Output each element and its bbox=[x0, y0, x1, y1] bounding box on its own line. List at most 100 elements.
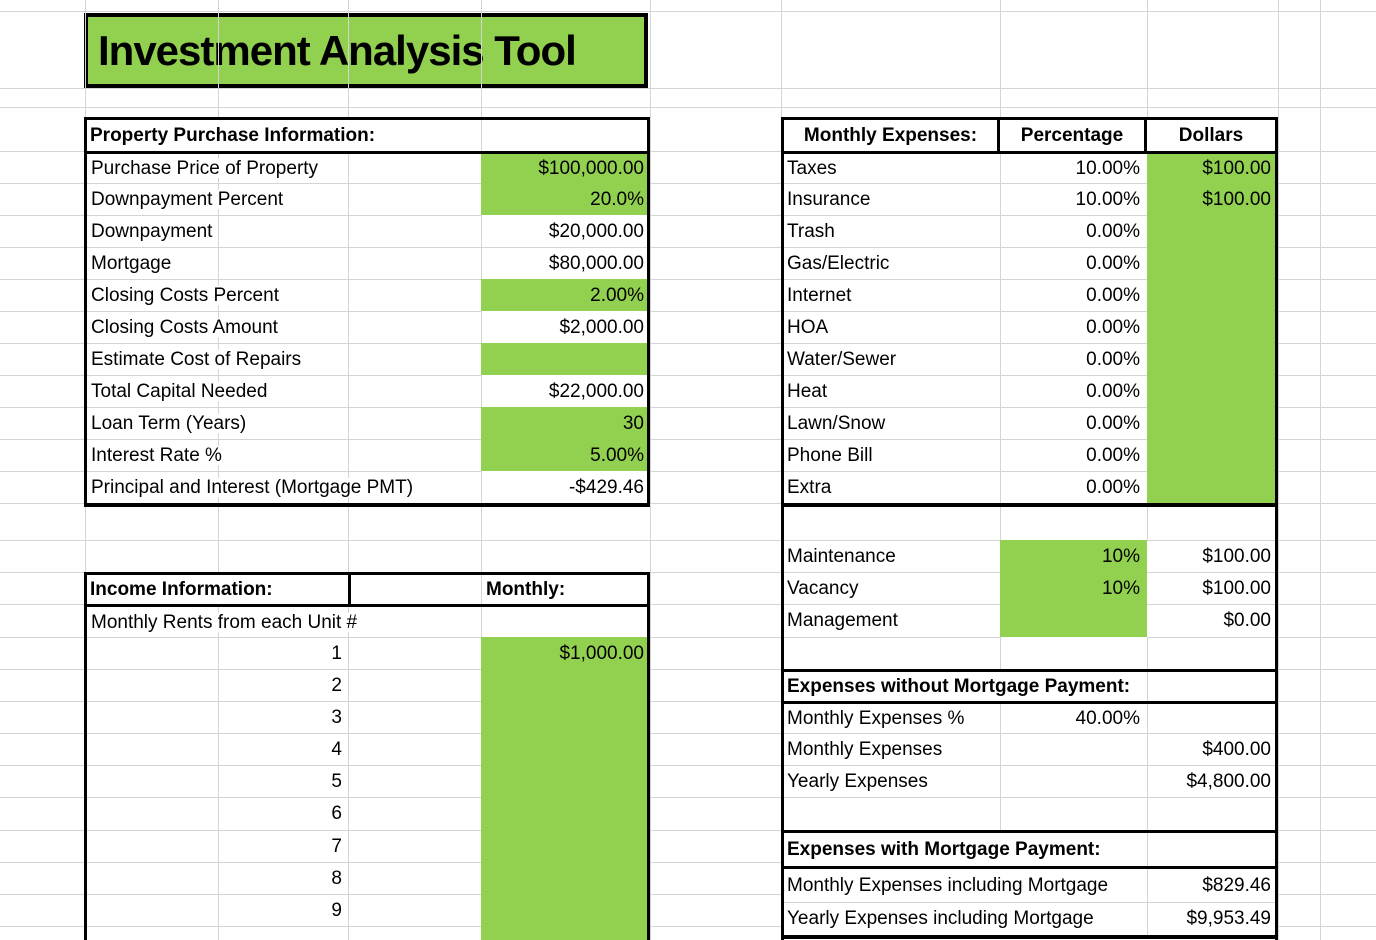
expense-label-cell[interactable]: Extra bbox=[787, 471, 997, 503]
expense-label-cell[interactable]: Phone Bill bbox=[787, 439, 997, 471]
unit-number-cell[interactable]: 7 bbox=[222, 830, 342, 862]
unit-number-cell[interactable]: 6 bbox=[222, 797, 342, 830]
property-value-cell[interactable]: $22,000.00 bbox=[485, 375, 644, 407]
unit-rent-cell[interactable] bbox=[485, 797, 644, 830]
expense-percentage-cell[interactable]: 0.00% bbox=[1004, 375, 1140, 407]
property-value-cell[interactable]: $100,000.00 bbox=[485, 154, 644, 183]
expense-label-cell[interactable]: HOA bbox=[787, 311, 997, 343]
property-label-cell[interactable]: Interest Rate % bbox=[88, 439, 490, 471]
expense-extra-percentage-cell[interactable]: 10% bbox=[1004, 572, 1140, 604]
expense-extra-percentage-cell[interactable]: 10% bbox=[1004, 540, 1140, 572]
expense-dollars-cell[interactable] bbox=[1151, 215, 1271, 247]
property-label-cell[interactable]: Principal and Interest (Mortgage PMT) bbox=[88, 471, 490, 503]
title-cell[interactable]: Investment Analysis Tool bbox=[84, 13, 648, 88]
expense-dollars-cell[interactable] bbox=[1151, 279, 1271, 311]
expenses-without-value-cell[interactable]: $4,800.00 bbox=[1151, 765, 1271, 797]
expense-dollars-cell[interactable]: $100.00 bbox=[1151, 183, 1271, 215]
expenses-without-label-cell[interactable]: Monthly Expenses % bbox=[787, 704, 997, 733]
expenses-with-mortgage-header-cell[interactable]: Expenses with Mortgage Payment: bbox=[787, 833, 1167, 866]
expense-dollars-cell[interactable] bbox=[1151, 375, 1271, 407]
unit-number-cell[interactable]: 3 bbox=[222, 701, 342, 733]
expense-label-cell[interactable]: Water/Sewer bbox=[787, 343, 997, 375]
unit-number-cell[interactable]: 1 bbox=[222, 637, 342, 669]
property-label-cell[interactable]: Estimate Cost of Repairs bbox=[88, 343, 490, 375]
income-subheader-cell[interactable]: Monthly Rents from each Unit # bbox=[88, 607, 480, 637]
expense-extra-label-cell[interactable]: Management bbox=[787, 604, 997, 637]
expense-percentage-cell[interactable]: 10.00% bbox=[1004, 183, 1140, 215]
expenses-with-label-cell[interactable]: Monthly Expenses including Mortgage bbox=[787, 869, 1145, 902]
expense-label-cell[interactable]: Insurance bbox=[787, 183, 997, 215]
property-value-cell[interactable]: $2,000.00 bbox=[485, 311, 644, 343]
unit-rent-cell[interactable] bbox=[485, 669, 644, 701]
expenses-with-label-cell[interactable]: Yearly Expenses including Mortgage bbox=[787, 902, 1145, 935]
property-label-cell[interactable]: Loan Term (Years) bbox=[88, 407, 490, 439]
expenses-without-value-cell[interactable]: $400.00 bbox=[1151, 733, 1271, 765]
expenses-with-value-cell[interactable]: $9,953.49 bbox=[1151, 902, 1271, 935]
expense-dollars-cell[interactable] bbox=[1151, 439, 1271, 471]
expense-label-cell[interactable]: Trash bbox=[787, 215, 997, 247]
expenses-without-value-cell[interactable] bbox=[1151, 704, 1271, 733]
expenses-header-cell[interactable]: Monthly Expenses: bbox=[784, 120, 997, 151]
expense-extra-dollars-cell[interactable]: $100.00 bbox=[1151, 572, 1271, 604]
unit-rent-cell[interactable]: $1,000.00 bbox=[485, 637, 644, 669]
unit-number-cell[interactable]: 5 bbox=[222, 765, 342, 797]
expense-extra-dollars-cell[interactable]: $100.00 bbox=[1151, 540, 1271, 572]
dollars-header-cell[interactable]: Dollars bbox=[1147, 120, 1275, 151]
expense-dollars-cell[interactable] bbox=[1151, 343, 1271, 375]
percentage-header-cell[interactable]: Percentage bbox=[1000, 120, 1144, 151]
expense-percentage-cell[interactable]: 0.00% bbox=[1004, 343, 1140, 375]
unit-rent-cell[interactable] bbox=[485, 862, 644, 894]
expense-label-cell[interactable]: Heat bbox=[787, 375, 997, 407]
unit-rent-cell[interactable] bbox=[485, 733, 644, 765]
expense-dollars-cell[interactable] bbox=[1151, 471, 1271, 503]
unit-number-cell[interactable]: 4 bbox=[222, 733, 342, 765]
property-label-cell[interactable]: Purchase Price of Property bbox=[88, 154, 490, 183]
unit-number-cell[interactable]: 8 bbox=[222, 862, 342, 894]
unit-number-cell[interactable]: 2 bbox=[222, 669, 342, 701]
expense-percentage-cell[interactable]: 0.00% bbox=[1004, 279, 1140, 311]
property-label-cell[interactable]: Downpayment Percent bbox=[88, 183, 490, 215]
expenses-without-percentage-cell[interactable] bbox=[1004, 765, 1140, 797]
property-value-cell[interactable]: $20,000.00 bbox=[485, 215, 644, 247]
unit-rent-cell[interactable] bbox=[485, 765, 644, 797]
property-label-cell[interactable]: Mortgage bbox=[88, 247, 490, 279]
expense-extra-percentage-cell[interactable] bbox=[1004, 604, 1140, 637]
expense-percentage-cell[interactable]: 0.00% bbox=[1004, 471, 1140, 503]
property-label-cell[interactable]: Closing Costs Amount bbox=[88, 311, 490, 343]
expenses-without-percentage-cell[interactable] bbox=[1004, 733, 1140, 765]
unit-rent-cell[interactable] bbox=[485, 894, 644, 926]
expense-extra-label-cell[interactable]: Maintenance bbox=[787, 540, 997, 572]
expenses-without-label-cell[interactable]: Monthly Expenses bbox=[787, 733, 997, 765]
expenses-with-value-cell[interactable]: $829.46 bbox=[1151, 869, 1271, 902]
expense-percentage-cell[interactable]: 0.00% bbox=[1004, 247, 1140, 279]
property-label-cell[interactable]: Downpayment bbox=[88, 215, 490, 247]
expense-percentage-cell[interactable]: 10.00% bbox=[1004, 154, 1140, 183]
unit-rent-cell[interactable] bbox=[485, 701, 644, 733]
unit-number-cell[interactable]: 9 bbox=[222, 894, 342, 926]
property-value-cell[interactable]: -$429.46 bbox=[485, 471, 644, 503]
property-value-cell[interactable]: $80,000.00 bbox=[485, 247, 644, 279]
expenses-without-label-cell[interactable]: Yearly Expenses bbox=[787, 765, 997, 797]
property-value-cell[interactable]: 20.0% bbox=[485, 183, 644, 215]
property-label-cell[interactable]: Total Capital Needed bbox=[88, 375, 490, 407]
property-label-cell[interactable]: Closing Costs Percent bbox=[88, 279, 490, 311]
property-value-cell[interactable] bbox=[485, 343, 644, 375]
property-value-cell[interactable]: 2.00% bbox=[485, 279, 644, 311]
income-monthly-header-cell[interactable]: Monthly: bbox=[486, 575, 644, 604]
expense-label-cell[interactable]: Gas/Electric bbox=[787, 247, 997, 279]
expense-label-cell[interactable]: Internet bbox=[787, 279, 997, 311]
expense-dollars-cell[interactable] bbox=[1151, 247, 1271, 279]
expense-percentage-cell[interactable]: 0.00% bbox=[1004, 407, 1140, 439]
property-value-cell[interactable]: 30 bbox=[485, 407, 644, 439]
expense-percentage-cell[interactable]: 0.00% bbox=[1004, 311, 1140, 343]
income-table-header-cell[interactable]: Income Information: bbox=[90, 575, 346, 604]
expenses-without-mortgage-header-cell[interactable]: Expenses without Mortgage Payment: bbox=[787, 672, 1167, 701]
property-value-cell[interactable]: 5.00% bbox=[485, 439, 644, 471]
expense-dollars-cell[interactable] bbox=[1151, 407, 1271, 439]
expenses-without-percentage-cell[interactable]: 40.00% bbox=[1004, 704, 1140, 733]
expense-dollars-cell[interactable] bbox=[1151, 311, 1271, 343]
expense-extra-label-cell[interactable]: Vacancy bbox=[787, 572, 997, 604]
expense-label-cell[interactable]: Taxes bbox=[787, 154, 997, 183]
expense-percentage-cell[interactable]: 0.00% bbox=[1004, 439, 1140, 471]
expense-extra-dollars-cell[interactable]: $0.00 bbox=[1151, 604, 1271, 637]
